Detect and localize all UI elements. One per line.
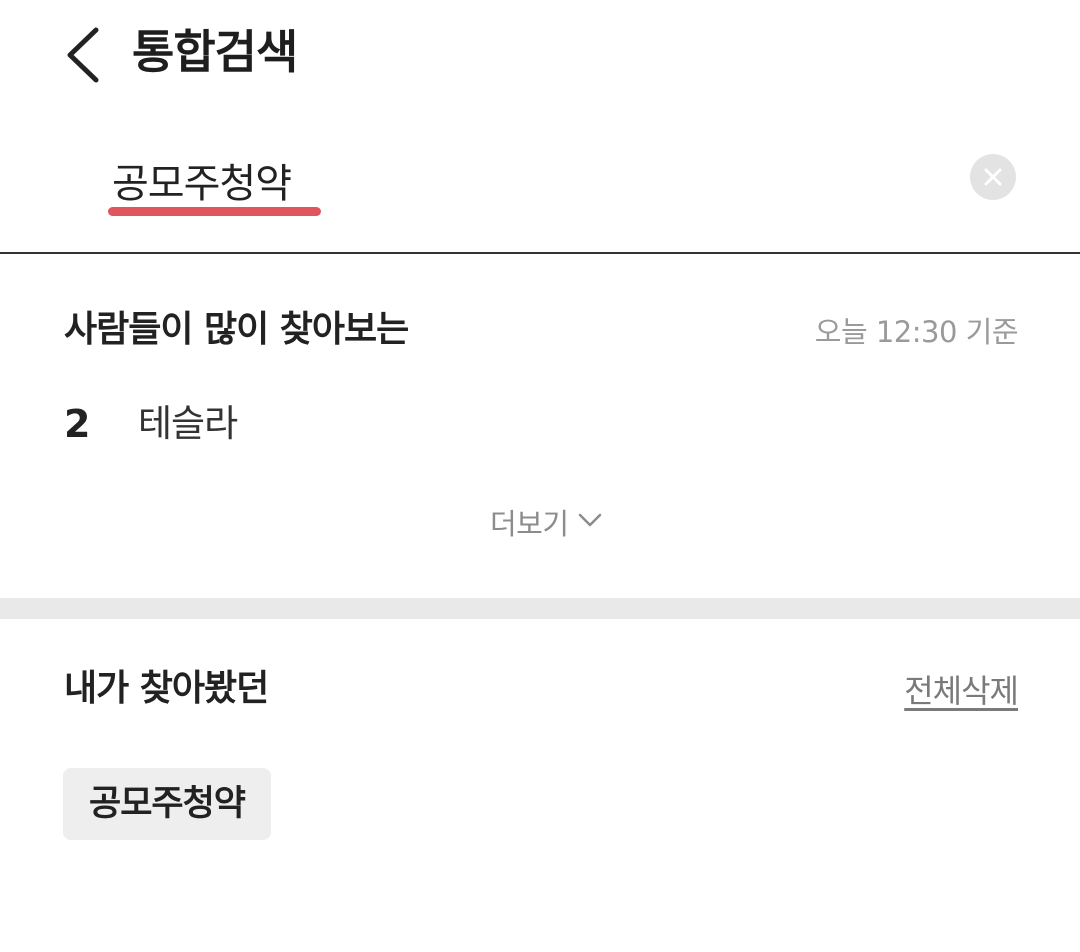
search-input[interactable] [112,150,872,210]
popular-timestamp: 오늘 12:30 기준 [814,315,1019,349]
recent-searches-section: 내가 찾아봤던 전체삭제 공모주청약 [0,619,1080,952]
more-button-label: 더보기 [490,507,569,541]
spellcheck-underline [108,207,321,216]
search-bar [0,130,1080,254]
popular-item[interactable]: 2 테슬라 [64,396,1014,452]
popular-item-rank: 2 [64,402,91,446]
popular-section-title: 사람들이 많이 찾아보는 [64,309,409,350]
recent-search-chip[interactable]: 공모주청약 [63,768,272,840]
section-divider [0,598,1080,619]
popular-searches-section: 사람들이 많이 찾아보는 오늘 12:30 기준 2 테슬라 더보기 [0,256,1080,598]
popular-item-keyword: 테슬라 [138,402,238,445]
search-page: 통합검색 사람들이 많이 찾아보는 오늘 12:30 기준 2 테슬라 더보기 [0,0,1080,952]
back-button[interactable] [56,18,116,90]
more-button[interactable]: 더보기 [490,500,603,544]
chevron-left-icon [56,18,116,90]
clear-search-button[interactable] [970,154,1016,200]
chevron-down-icon [569,512,603,532]
delete-all-button[interactable]: 전체삭제 [904,669,1019,713]
recent-section-title: 내가 찾아봤던 [64,668,269,709]
page-title: 통합검색 [132,25,298,79]
header: 통합검색 [0,0,1080,110]
